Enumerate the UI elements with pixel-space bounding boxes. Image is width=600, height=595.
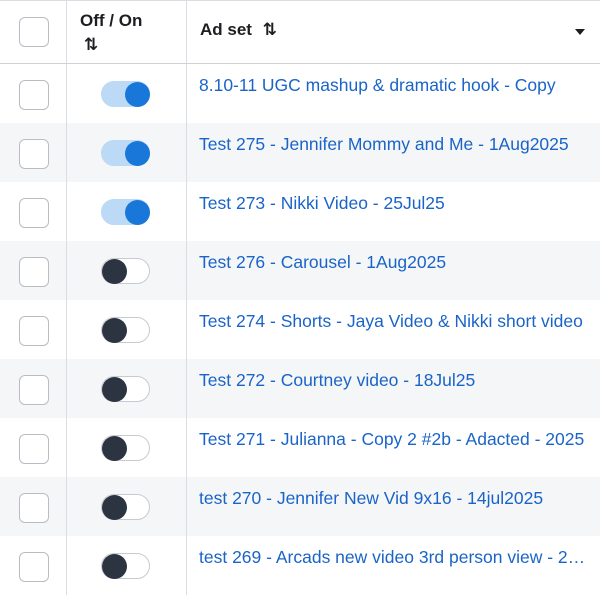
toggle-knob xyxy=(125,199,150,225)
table-header: Off / On ⇅ Ad set ⇅ xyxy=(0,1,600,64)
toggle-knob xyxy=(125,81,150,107)
row-select-cell xyxy=(0,418,67,477)
table-row: Test 271 - Julianna - Copy 2 #2b - Adact… xyxy=(0,418,600,477)
toggle-off-switch[interactable] xyxy=(101,435,150,461)
table-row: Test 273 - Nikki Video - 25Jul25 xyxy=(0,182,600,241)
row-select-cell xyxy=(0,123,67,182)
table-row: 8.10-11 UGC mashup & dramatic hook - Cop… xyxy=(0,64,600,123)
row-name-cell: Test 274 - Shorts - Jaya Video & Nikki s… xyxy=(187,300,600,359)
toggle-off-switch[interactable] xyxy=(101,376,150,402)
row-checkbox[interactable] xyxy=(19,493,49,523)
adset-name-link[interactable]: Test 272 - Courtney video - 18Jul25 xyxy=(199,369,589,391)
ad-sets-table: Off / On ⇅ Ad set ⇅ 8.10-11 UGC mashup &… xyxy=(0,0,600,595)
row-checkbox[interactable] xyxy=(19,257,49,287)
adset-name-link[interactable]: 8.10-11 UGC mashup & dramatic hook - Cop… xyxy=(199,74,589,96)
row-toggle-cell xyxy=(67,182,187,241)
adset-column-title: Ad set xyxy=(200,20,252,39)
toggle-knob xyxy=(102,258,127,284)
toggle-on-switch[interactable] xyxy=(101,81,150,107)
row-toggle-cell xyxy=(67,418,187,477)
row-select-cell xyxy=(0,241,67,300)
row-toggle-cell xyxy=(67,359,187,418)
row-toggle-cell xyxy=(67,64,187,123)
caret-down-icon[interactable] xyxy=(575,29,585,35)
adset-column-title-wrap: Ad set ⇅ xyxy=(200,20,277,40)
row-name-cell: Test 272 - Courtney video - 18Jul25 xyxy=(187,359,600,418)
table-row: test 270 - Jennifer New Vid 9x16 - 14jul… xyxy=(0,477,600,536)
row-checkbox[interactable] xyxy=(19,552,49,582)
row-select-cell xyxy=(0,359,67,418)
row-checkbox[interactable] xyxy=(19,316,49,346)
row-checkbox[interactable] xyxy=(19,375,49,405)
row-select-cell xyxy=(0,182,67,241)
adset-name-link[interactable]: Test 274 - Shorts - Jaya Video & Nikki s… xyxy=(199,310,589,332)
row-checkbox[interactable] xyxy=(19,80,49,110)
toggle-off-switch[interactable] xyxy=(101,258,150,284)
toggle-off-switch[interactable] xyxy=(101,317,150,343)
row-toggle-cell xyxy=(67,536,187,595)
adset-name-link[interactable]: Test 275 - Jennifer Mommy and Me - 1Aug2… xyxy=(199,133,589,155)
table-row: Test 274 - Shorts - Jaya Video & Nikki s… xyxy=(0,300,600,359)
table-row: Test 275 - Jennifer Mommy and Me - 1Aug2… xyxy=(0,123,600,182)
toggle-on-switch[interactable] xyxy=(101,140,150,166)
adset-name-link[interactable]: Test 276 - Carousel - 1Aug2025 xyxy=(199,251,589,273)
adset-name-link[interactable]: test 270 - Jennifer New Vid 9x16 - 14jul… xyxy=(199,487,589,509)
row-name-cell: Test 273 - Nikki Video - 25Jul25 xyxy=(187,182,600,241)
toggle-knob xyxy=(102,435,127,461)
row-name-cell: Test 275 - Jennifer Mommy and Me - 1Aug2… xyxy=(187,123,600,182)
adset-name-link[interactable]: test 269 - Arcads new video 3rd person v… xyxy=(199,546,589,568)
toggle-column-header[interactable]: Off / On ⇅ xyxy=(67,1,187,63)
table-row: Test 276 - Carousel - 1Aug2025 xyxy=(0,241,600,300)
row-select-cell xyxy=(0,477,67,536)
row-select-cell xyxy=(0,300,67,359)
toggle-column-title: Off / On xyxy=(80,11,143,30)
row-toggle-cell xyxy=(67,241,187,300)
toggle-off-switch[interactable] xyxy=(101,553,150,579)
toggle-knob xyxy=(102,376,127,402)
table-row: test 269 - Arcads new video 3rd person v… xyxy=(0,536,600,595)
toggle-knob xyxy=(102,553,127,579)
row-toggle-cell xyxy=(67,300,187,359)
row-toggle-cell xyxy=(67,477,187,536)
row-name-cell: Test 271 - Julianna - Copy 2 #2b - Adact… xyxy=(187,418,600,477)
row-select-cell xyxy=(0,64,67,123)
toggle-knob xyxy=(125,140,150,166)
row-checkbox[interactable] xyxy=(19,139,49,169)
row-checkbox[interactable] xyxy=(19,198,49,228)
toggle-on-switch[interactable] xyxy=(101,199,150,225)
row-checkbox[interactable] xyxy=(19,434,49,464)
row-name-cell: Test 276 - Carousel - 1Aug2025 xyxy=(187,241,600,300)
row-name-cell: 8.10-11 UGC mashup & dramatic hook - Cop… xyxy=(187,64,600,123)
row-select-cell xyxy=(0,536,67,595)
row-toggle-cell xyxy=(67,123,187,182)
adset-name-link[interactable]: Test 271 - Julianna - Copy 2 #2b - Adact… xyxy=(199,428,589,450)
select-all-checkbox[interactable] xyxy=(19,17,49,47)
adset-column-header[interactable]: Ad set ⇅ xyxy=(187,1,600,63)
toggle-knob xyxy=(102,494,127,520)
toggle-knob xyxy=(102,317,127,343)
row-name-cell: test 269 - Arcads new video 3rd person v… xyxy=(187,536,600,595)
sort-arrows-icon[interactable]: ⇅ xyxy=(263,20,277,40)
table-row: Test 272 - Courtney video - 18Jul25 xyxy=(0,359,600,418)
sort-arrows-icon[interactable]: ⇅ xyxy=(84,35,98,55)
row-name-cell: test 270 - Jennifer New Vid 9x16 - 14jul… xyxy=(187,477,600,536)
select-all-cell xyxy=(0,1,67,63)
toggle-off-switch[interactable] xyxy=(101,494,150,520)
adset-name-link[interactable]: Test 273 - Nikki Video - 25Jul25 xyxy=(199,192,589,214)
